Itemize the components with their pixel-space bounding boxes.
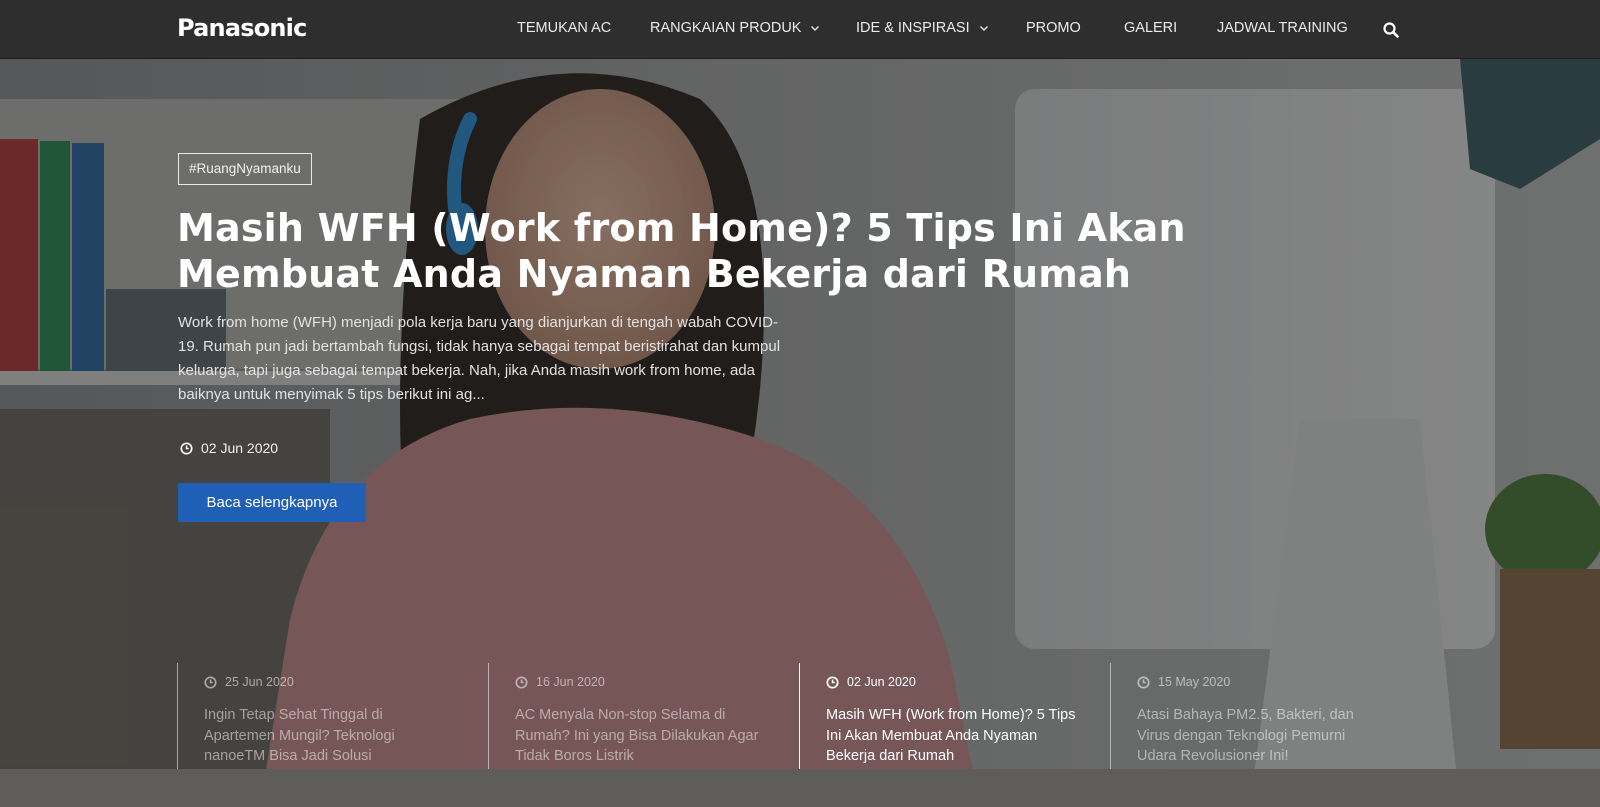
nav-item-label: TEMUKAN AC	[517, 20, 612, 36]
article-date: 25 Jun 2020	[204, 675, 294, 689]
nav-item-temukan-ac[interactable]: TEMUKAN AC	[517, 20, 611, 36]
article-title: Masih WFH (Work from Home)? 5 Tips Ini A…	[826, 707, 1076, 764]
clock-icon	[515, 675, 528, 689]
chevron-down-icon	[811, 25, 820, 32]
hashtag-badge[interactable]: #RuangNyamanku	[178, 153, 312, 185]
article-card[interactable]: 16 Jun 2020 AC Menyala Non-stop Selama d…	[488, 663, 799, 769]
article-date: 16 Jun 2020	[515, 675, 605, 689]
nav-item-label: PROMO	[1026, 20, 1081, 36]
article-date-text: 02 Jun 2020	[847, 675, 916, 689]
article-date-text: 15 May 2020	[1158, 675, 1231, 689]
nav-item-label: GALERI	[1124, 20, 1178, 36]
article-date: 15 May 2020	[1137, 675, 1230, 689]
article-date-text: 16 Jun 2020	[536, 675, 605, 689]
article-title: Atasi Bahaya PM2.5, Bakteri, dan Virus d…	[1137, 707, 1354, 764]
chevron-down-icon	[979, 25, 988, 32]
hero-date-text: 02 Jun 2020	[201, 440, 279, 456]
article-card[interactable]: 15 May 2020 Atasi Bahaya PM2.5, Bakteri,…	[1110, 663, 1421, 769]
article-date: 02 Jun 2020	[826, 675, 916, 689]
article-date-text: 25 Jun 2020	[225, 675, 294, 689]
clock-icon	[204, 675, 217, 689]
article-title: AC Menyala Non-stop Selama di Rumah? Ini…	[515, 707, 759, 764]
nav-item-label: JADWAL TRAINING	[1217, 20, 1348, 36]
article-card[interactable]: 25 Jun 2020 Ingin Tetap Sehat Tinggal di…	[177, 663, 488, 769]
site-header: Panasonic TEMUKAN AC RANGKAIAN PRODUK ID…	[0, 0, 1600, 59]
hero-banner: #RuangNyamanku Masih WFH (Work from Home…	[0, 59, 1600, 807]
panasonic-logo[interactable]: Panasonic	[177, 14, 307, 42]
hero-title: Masih WFH (Work from Home)? 5 Tips Ini A…	[177, 206, 1186, 296]
clock-icon	[826, 675, 839, 689]
nav-item-label: RANGKAIAN PRODUK	[650, 20, 802, 36]
nav-item-label: IDE & INSPIRASI	[856, 20, 970, 36]
hero-date: 02 Jun 2020	[180, 440, 278, 456]
nav-item-ide-inspirasi[interactable]: IDE & INSPIRASI	[856, 20, 990, 36]
article-title: Ingin Tetap Sehat Tinggal di Apartemen M…	[204, 707, 395, 764]
nav-item-galeri[interactable]: GALERI	[1124, 20, 1177, 36]
read-more-button[interactable]: Baca selengkapnya	[178, 483, 366, 522]
nav-item-promo[interactable]: PROMO	[1026, 20, 1081, 36]
nav-item-rangkaian-produk[interactable]: RANGKAIAN PRODUK	[650, 20, 821, 36]
clock-icon	[180, 441, 193, 455]
article-list: 25 Jun 2020 Ingin Tetap Sehat Tinggal di…	[177, 663, 1422, 769]
nav-item-jadwal-training[interactable]: JADWAL TRAINING	[1217, 20, 1348, 36]
clock-icon	[1137, 675, 1150, 689]
article-card-active[interactable]: 02 Jun 2020 Masih WFH (Work from Home)? …	[799, 663, 1110, 769]
search-icon[interactable]	[1382, 21, 1400, 39]
hero-excerpt: Work from home (WFH) menjadi pola kerja …	[178, 314, 781, 403]
